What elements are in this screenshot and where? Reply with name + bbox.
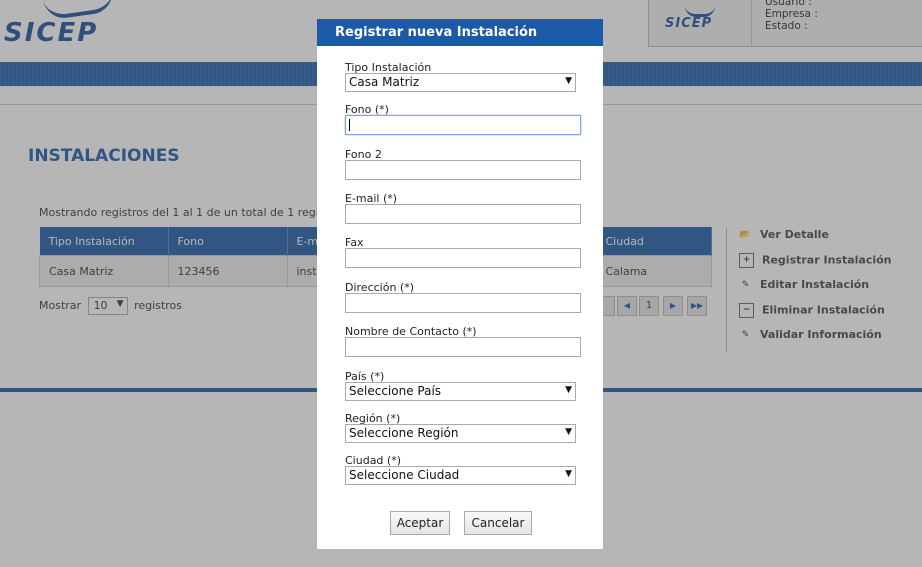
region-select[interactable]: Seleccione Región ▼ <box>345 424 576 443</box>
chevron-down-icon: ▼ <box>565 469 572 479</box>
chevron-down-icon: ▼ <box>565 427 572 437</box>
text-cursor <box>349 119 350 131</box>
direccion-input[interactable] <box>345 293 581 313</box>
register-installation-dialog: Registrar nueva Instalación Tipo Instala… <box>317 19 603 549</box>
cancel-button[interactable]: Cancelar <box>464 511 532 535</box>
chevron-down-icon: ▼ <box>565 385 572 395</box>
fax-input[interactable] <box>345 248 581 268</box>
pais-select[interactable]: Seleccione País ▼ <box>345 382 576 401</box>
tipo-instalacion-select[interactable]: Casa Matriz ▼ <box>345 73 576 92</box>
accept-button[interactable]: Aceptar <box>390 511 450 535</box>
region-value: Seleccione Región <box>349 426 459 440</box>
contacto-input[interactable] <box>345 337 581 357</box>
pais-value: Seleccione País <box>349 384 442 398</box>
fono2-input[interactable] <box>345 160 581 180</box>
fono-input[interactable] <box>345 115 581 135</box>
dialog-title: Registrar nueva Instalación <box>335 25 538 40</box>
email-input[interactable] <box>345 204 581 224</box>
chevron-down-icon: ▼ <box>565 76 572 86</box>
ciudad-select[interactable]: Seleccione Ciudad ▼ <box>345 466 576 485</box>
ciudad-value: Seleccione Ciudad <box>349 468 460 482</box>
tipo-instalacion-value: Casa Matriz <box>349 75 420 89</box>
dialog-header: Registrar nueva Instalación <box>317 19 603 46</box>
